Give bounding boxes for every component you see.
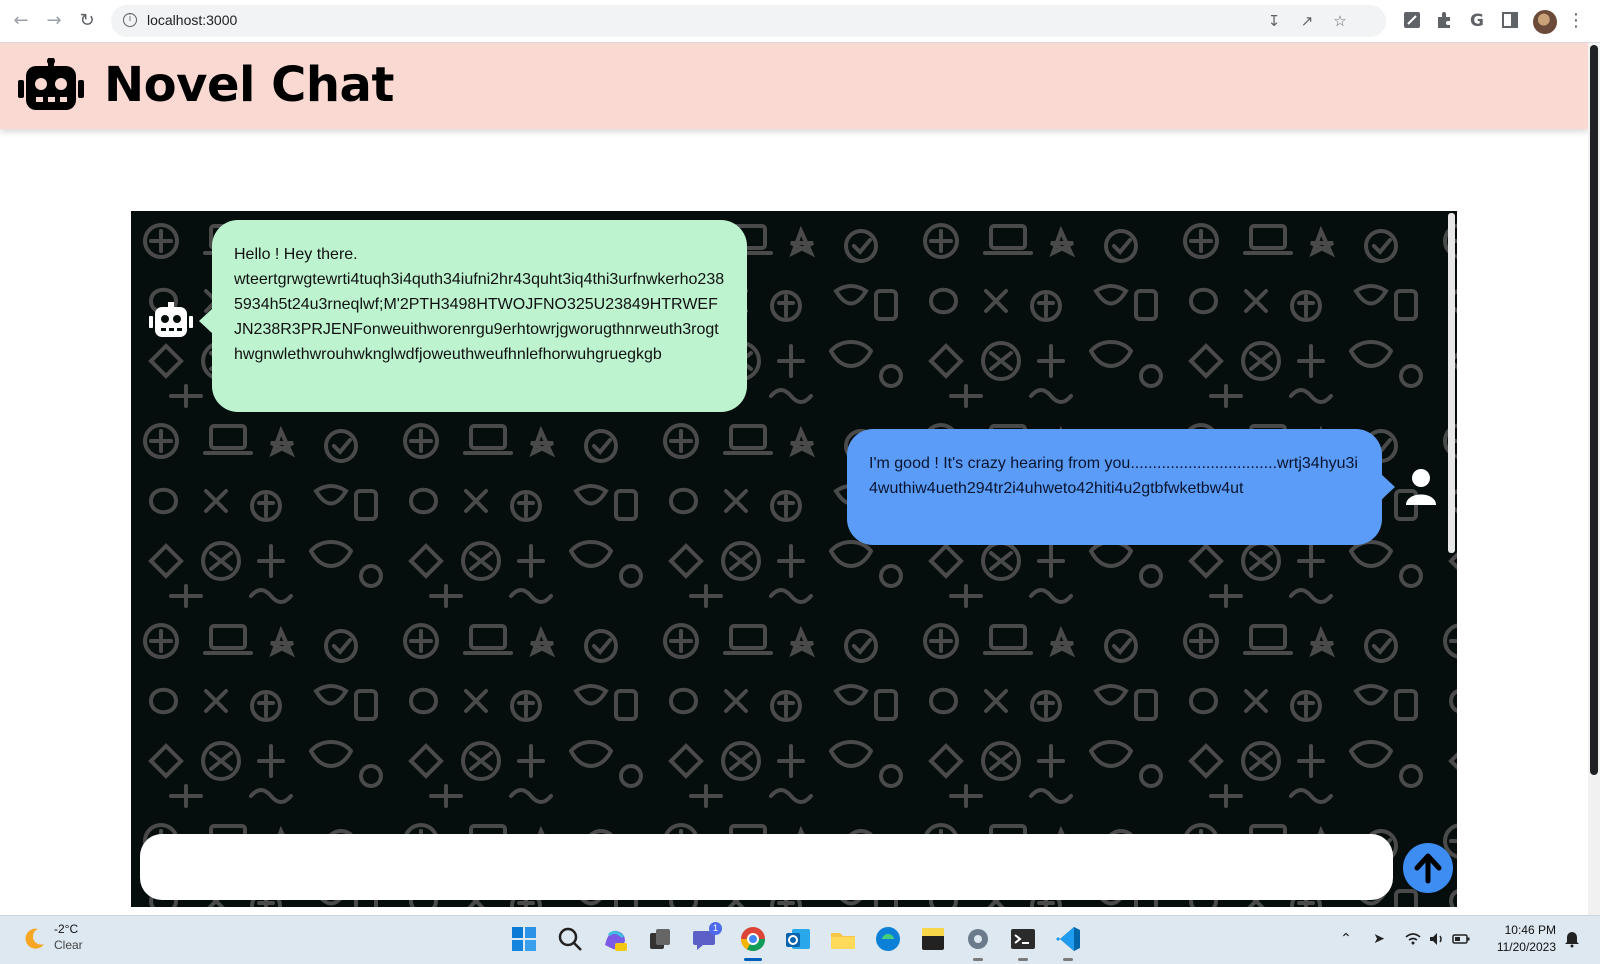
settings-running-indicator: [973, 958, 983, 961]
chat-badge: 1: [709, 922, 722, 935]
browser-toolbar: ← → ↻ i localhost:3000 ↧ ↗ ☆ G ⋮: [0, 0, 1600, 43]
chevron-up-icon[interactable]: ⌃: [1337, 930, 1355, 948]
back-icon[interactable]: ←: [10, 10, 32, 32]
file-explorer-icon[interactable]: [829, 925, 857, 953]
weather-temperature[interactable]: -2°C: [54, 922, 78, 936]
page-title: Novel Chat: [104, 57, 394, 113]
install-icon[interactable]: ↧: [1265, 12, 1283, 30]
forward-icon[interactable]: →: [43, 10, 65, 32]
copilot-icon[interactable]: [601, 925, 629, 953]
user-message-text: I'm good ! It's crazy hearing from you..…: [869, 455, 1358, 497]
site-info-icon[interactable]: i: [123, 13, 137, 27]
vscode-icon[interactable]: [1054, 925, 1082, 953]
terminal-running-indicator: [1018, 958, 1028, 961]
task-view-icon[interactable]: [646, 925, 674, 953]
moon-weather-icon[interactable]: [21, 926, 47, 952]
robot-logo-icon: [18, 58, 84, 110]
message-input[interactable]: [140, 834, 1393, 900]
search-icon[interactable]: [556, 925, 584, 953]
address-bar[interactable]: i localhost:3000 ↧ ↗ ☆: [111, 5, 1386, 37]
bot-avatar-icon: [149, 302, 193, 337]
settings-icon[interactable]: [964, 925, 992, 953]
arrow-up-icon: [1414, 853, 1442, 884]
clock-date[interactable]: 11/20/2023: [1484, 940, 1556, 954]
bot-message-greeting: Hello ! Hey there.: [234, 246, 358, 263]
wifi-icon[interactable]: [1404, 930, 1422, 948]
app-header: Novel Chat: [0, 43, 1588, 129]
chrome-active-indicator: [744, 958, 762, 961]
chat-scrollbar[interactable]: [1448, 213, 1455, 553]
user-avatar-icon: [1406, 469, 1436, 505]
windows-taskbar: -2°C Clear 1 ⌃ ➤ 10:46 PM 11/20/2023: [0, 915, 1600, 964]
menu-icon[interactable]: ⋮: [1566, 11, 1586, 31]
address-bar-url[interactable]: localhost:3000: [147, 12, 237, 28]
chrome-icon[interactable]: [739, 925, 767, 953]
profile-avatar[interactable]: [1533, 10, 1557, 34]
share-icon[interactable]: ↗: [1298, 12, 1316, 30]
weather-condition[interactable]: Clear: [54, 938, 83, 952]
notification-bell-icon[interactable]: [1563, 930, 1581, 948]
reload-icon[interactable]: ↻: [76, 10, 98, 32]
side-panel-icon[interactable]: [1500, 11, 1520, 31]
extension-icon[interactable]: [1402, 11, 1422, 31]
terminal-icon[interactable]: [1009, 925, 1037, 953]
sticky-notes-icon[interactable]: [919, 925, 947, 953]
location-icon[interactable]: ➤: [1370, 930, 1388, 948]
chat-window: Hello ! Hey there. wteertgrwgtewrti4tuqh…: [131, 211, 1457, 907]
start-icon[interactable]: [510, 925, 538, 953]
edge-icon[interactable]: [874, 925, 902, 953]
puzzle-icon[interactable]: [1434, 11, 1454, 31]
outlook-icon[interactable]: [784, 925, 812, 953]
clock-time[interactable]: 10:46 PM: [1484, 923, 1556, 937]
page-scrollbar[interactable]: [1588, 43, 1600, 915]
user-message-bubble: I'm good ! It's crazy hearing from you..…: [847, 429, 1395, 545]
vscode-running-indicator: [1063, 958, 1073, 961]
page-scrollbar-thumb[interactable]: [1590, 45, 1598, 775]
battery-icon[interactable]: [1452, 930, 1470, 948]
bot-message-bubble: Hello ! Hey there. wteertgrwgtewrti4tuqh…: [199, 220, 747, 412]
g-extension-icon[interactable]: G: [1467, 11, 1487, 31]
send-button[interactable]: [1403, 843, 1453, 893]
volume-icon[interactable]: [1428, 930, 1446, 948]
bot-message-body: wteertgrwgtewrti4tuqh3i4quth34iufni2hr43…: [234, 271, 725, 363]
bookmark-star-icon[interactable]: ☆: [1331, 12, 1349, 30]
